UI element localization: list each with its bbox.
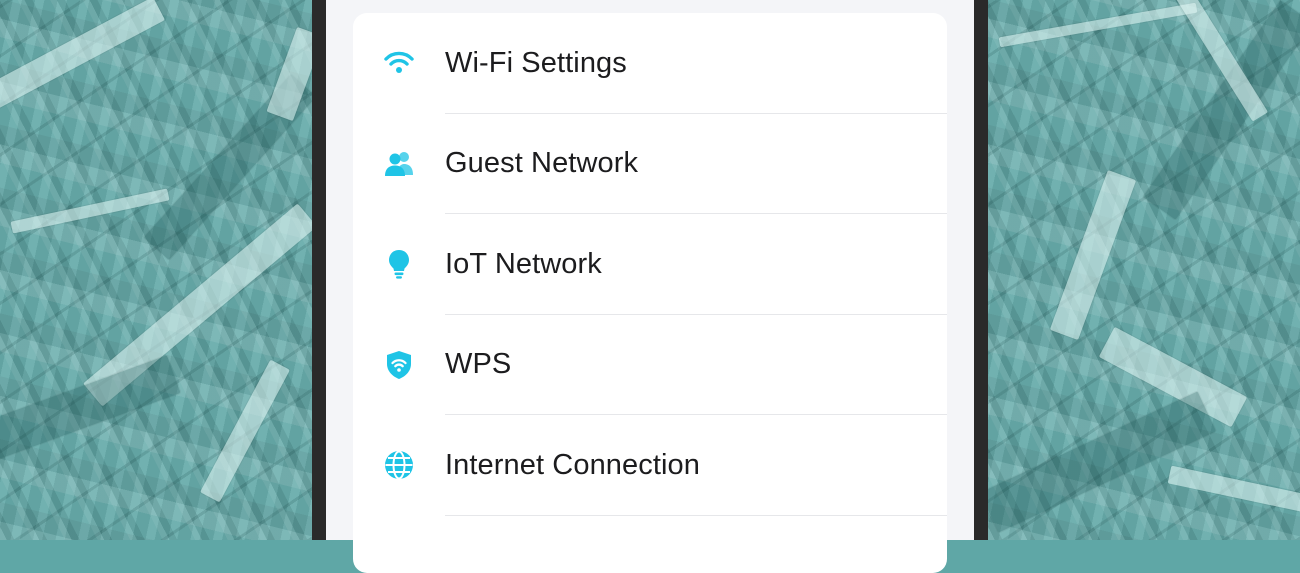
menu-item-wifi-settings[interactable]: Wi-Fi Settings bbox=[353, 13, 947, 114]
menu-item-label: IoT Network bbox=[445, 247, 602, 280]
shield-wifi-icon bbox=[383, 349, 415, 381]
menu-item-label: Guest Network bbox=[445, 147, 639, 180]
menu-item-wps[interactable]: WPS bbox=[353, 315, 947, 415]
guests-icon bbox=[383, 148, 415, 180]
globe-icon bbox=[383, 449, 415, 481]
menu-item-guest-network[interactable]: Guest Network bbox=[353, 114, 947, 214]
wifi-icon bbox=[383, 47, 415, 79]
lightbulb-icon bbox=[383, 248, 415, 280]
background-right bbox=[988, 0, 1300, 540]
settings-menu-card: Wi-Fi Settings Guest Network IoT Network… bbox=[353, 13, 947, 573]
menu-item-iot-network[interactable]: IoT Network bbox=[353, 214, 947, 315]
menu-item-label: WPS bbox=[445, 348, 512, 381]
menu-item-label: Wi-Fi Settings bbox=[445, 46, 627, 79]
menu-item-internet-connection[interactable]: Internet Connection bbox=[353, 415, 947, 516]
app-screen: Wi-Fi Settings Guest Network IoT Network… bbox=[326, 0, 974, 573]
background-left bbox=[0, 0, 312, 540]
divider bbox=[445, 514, 947, 516]
phone-frame: Wi-Fi Settings Guest Network IoT Network… bbox=[312, 0, 988, 573]
menu-item-label: Internet Connection bbox=[445, 448, 701, 481]
